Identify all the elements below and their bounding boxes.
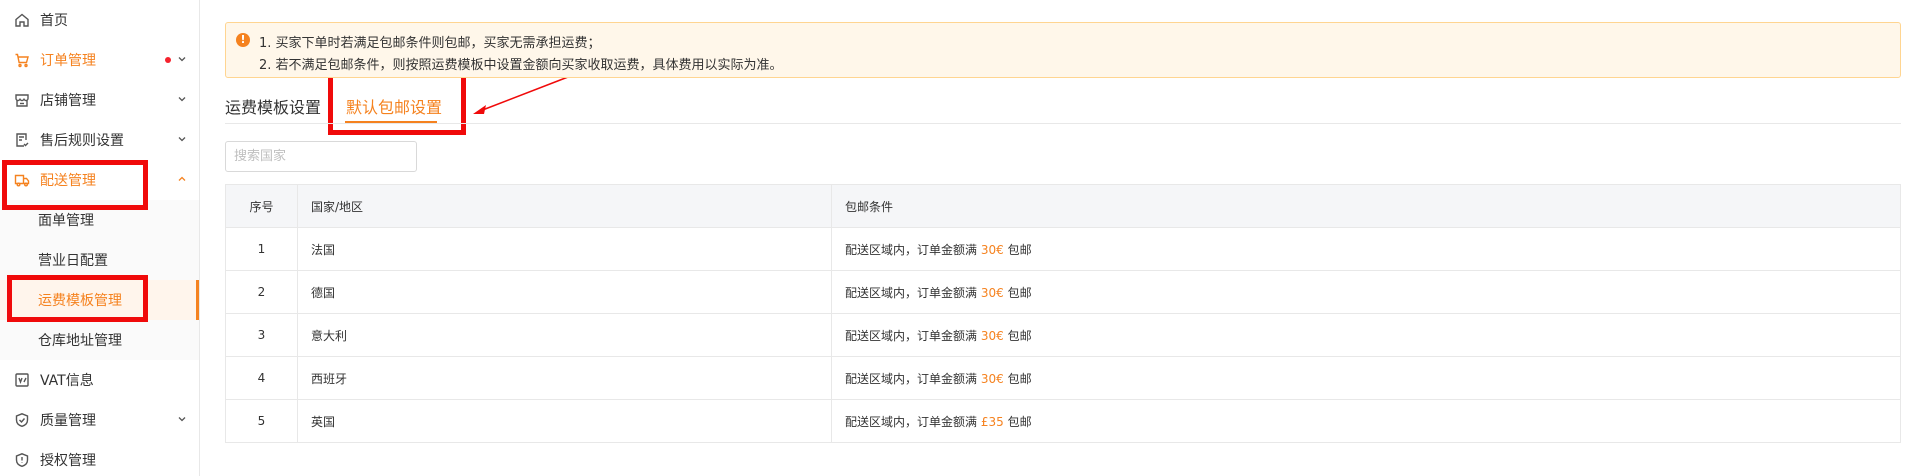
cell-no: 3 (225, 313, 298, 357)
sidebar-subitem-warehouse-address[interactable]: 仓库地址管理 (0, 320, 199, 360)
sidebar-item-delivery[interactable]: 配送管理 (0, 160, 199, 200)
condition-suffix: 包邮 (1007, 242, 1032, 257)
sidebar-item-aftersale-rules[interactable]: 售后规则设置 (0, 120, 199, 160)
cell-condition: 配送区域内，订单金额满 30€ 包邮 (831, 270, 1901, 314)
condition-prefix: 配送区域内，订单金额满 (845, 328, 978, 343)
sidebar-item-orders[interactable]: 订单管理 (0, 40, 199, 80)
column-header-no: 序号 (225, 184, 298, 228)
condition-suffix: 包邮 (1007, 371, 1032, 386)
vat-icon (14, 372, 30, 388)
search-country-input[interactable] (225, 141, 417, 172)
condition-suffix: 包邮 (1007, 328, 1032, 343)
tab-active-indicator (345, 121, 437, 123)
threshold-amount: 30€ (980, 371, 1004, 386)
threshold-amount: 30€ (980, 285, 1004, 300)
sidebar-item-label: 订单管理 (40, 53, 96, 69)
sidebar-item-label: 质量管理 (40, 413, 96, 429)
sidebar-item-authorization[interactable]: 授权管理 (0, 440, 199, 476)
sidebar-item-label: 售后规则设置 (40, 133, 124, 149)
home-icon (14, 12, 30, 28)
truck-icon (14, 172, 30, 188)
table-header-row: 序号 国家/地区 包邮条件 (225, 184, 1901, 228)
cell-no: 5 (225, 399, 298, 443)
rules-icon (14, 132, 30, 148)
table-row: 1 法国 配送区域内，订单金额满 30€ 包邮 (225, 227, 1901, 271)
condition-suffix: 包邮 (1007, 414, 1032, 429)
sidebar-item-label: VAT信息 (40, 373, 94, 389)
sidebar-item-label: 仓库地址管理 (38, 333, 122, 349)
threshold-amount: 30€ (980, 242, 1004, 257)
shop-icon (14, 92, 30, 108)
table-row: 2 德国 配送区域内，订单金额满 30€ 包邮 (225, 270, 1901, 314)
sidebar-item-vat[interactable]: VAT信息 (0, 360, 199, 400)
tab-default-free-shipping[interactable]: 默认包邮设置 (346, 94, 442, 118)
cell-condition: 配送区域内，订单金额满 30€ 包邮 (831, 227, 1901, 271)
sidebar-item-label: 运费模板管理 (38, 293, 122, 309)
column-header-country: 国家/地区 (297, 184, 832, 228)
warning-icon: ! (236, 33, 250, 47)
notice-banner: ! 1. 买家下单时若满足包邮条件则包邮，买家无需承担运费； 2. 若不满足包邮… (225, 22, 1901, 78)
chevron-down-icon (178, 417, 186, 422)
chevron-down-icon (178, 57, 186, 62)
sidebar-item-label: 店铺管理 (40, 93, 96, 109)
condition-prefix: 配送区域内，订单金额满 (845, 371, 978, 386)
chevron-down-icon (178, 137, 186, 142)
cell-country: 英国 (297, 399, 832, 443)
sidebar-item-label: 面单管理 (38, 213, 94, 229)
cell-country: 德国 (297, 270, 832, 314)
cell-country: 法国 (297, 227, 832, 271)
sidebar-item-label: 配送管理 (40, 173, 96, 189)
cell-no: 1 (225, 227, 298, 271)
cell-no: 2 (225, 270, 298, 314)
sidebar-subitem-shipping-templates[interactable]: 运费模板管理 (0, 280, 199, 320)
notice-line-2: 2. 若不满足包邮条件，则按照运费模板中设置金额向买家收取运费，具体费用以实际为… (259, 58, 783, 73)
condition-prefix: 配送区域内，订单金额满 (845, 285, 978, 300)
cell-condition: 配送区域内，订单金额满 30€ 包邮 (831, 313, 1901, 357)
sidebar-item-label: 营业日配置 (38, 253, 108, 269)
sidebar-item-label: 授权管理 (40, 453, 96, 469)
sidebar-item-shop[interactable]: 店铺管理 (0, 80, 199, 120)
free-shipping-table: 序号 国家/地区 包邮条件 1 法国 配送区域内，订单金额满 30€ 包邮 2 … (225, 184, 1901, 443)
notice-line-1: 1. 买家下单时若满足包邮条件则包邮，买家无需承担运费； (259, 36, 601, 51)
tab-bar: 运费模板设置 默认包邮设置 (225, 88, 1901, 124)
table-row: 5 英国 配送区域内，订单金额满 £35 包邮 (225, 399, 1901, 443)
table-row: 4 西班牙 配送区域内，订单金额满 30€ 包邮 (225, 356, 1901, 400)
sidebar-item-home[interactable]: 首页 (0, 0, 199, 40)
sidebar-item-quality[interactable]: 质量管理 (0, 400, 199, 440)
cell-condition: 配送区域内，订单金额满 30€ 包邮 (831, 356, 1901, 400)
notification-dot (165, 57, 171, 63)
column-header-condition: 包邮条件 (831, 184, 1901, 228)
cell-country: 西班牙 (297, 356, 832, 400)
sidebar-subitem-waybill[interactable]: 面单管理 (0, 200, 199, 240)
cell-condition: 配送区域内，订单金额满 £35 包邮 (831, 399, 1901, 443)
threshold-amount: £35 (980, 414, 1004, 429)
chevron-down-icon (178, 97, 186, 102)
threshold-amount: 30€ (980, 328, 1004, 343)
condition-prefix: 配送区域内，订单金额满 (845, 414, 978, 429)
sidebar-item-label: 首页 (40, 13, 68, 29)
badge-icon (14, 452, 30, 468)
sidebar: 首页 订单管理 店铺管理 售后规则设置 配送管理 面单管理 营业日配置 运费模板… (0, 0, 200, 476)
table-row: 3 意大利 配送区域内，订单金额满 30€ 包邮 (225, 313, 1901, 357)
chevron-up-icon (178, 176, 186, 181)
cell-no: 4 (225, 356, 298, 400)
tab-shipping-template-settings[interactable]: 运费模板设置 (225, 94, 321, 118)
cell-country: 意大利 (297, 313, 832, 357)
cart-icon (14, 52, 30, 68)
condition-prefix: 配送区域内，订单金额满 (845, 242, 978, 257)
condition-suffix: 包邮 (1007, 285, 1032, 300)
sidebar-subitem-business-days[interactable]: 营业日配置 (0, 240, 199, 280)
shield-icon (14, 412, 30, 428)
